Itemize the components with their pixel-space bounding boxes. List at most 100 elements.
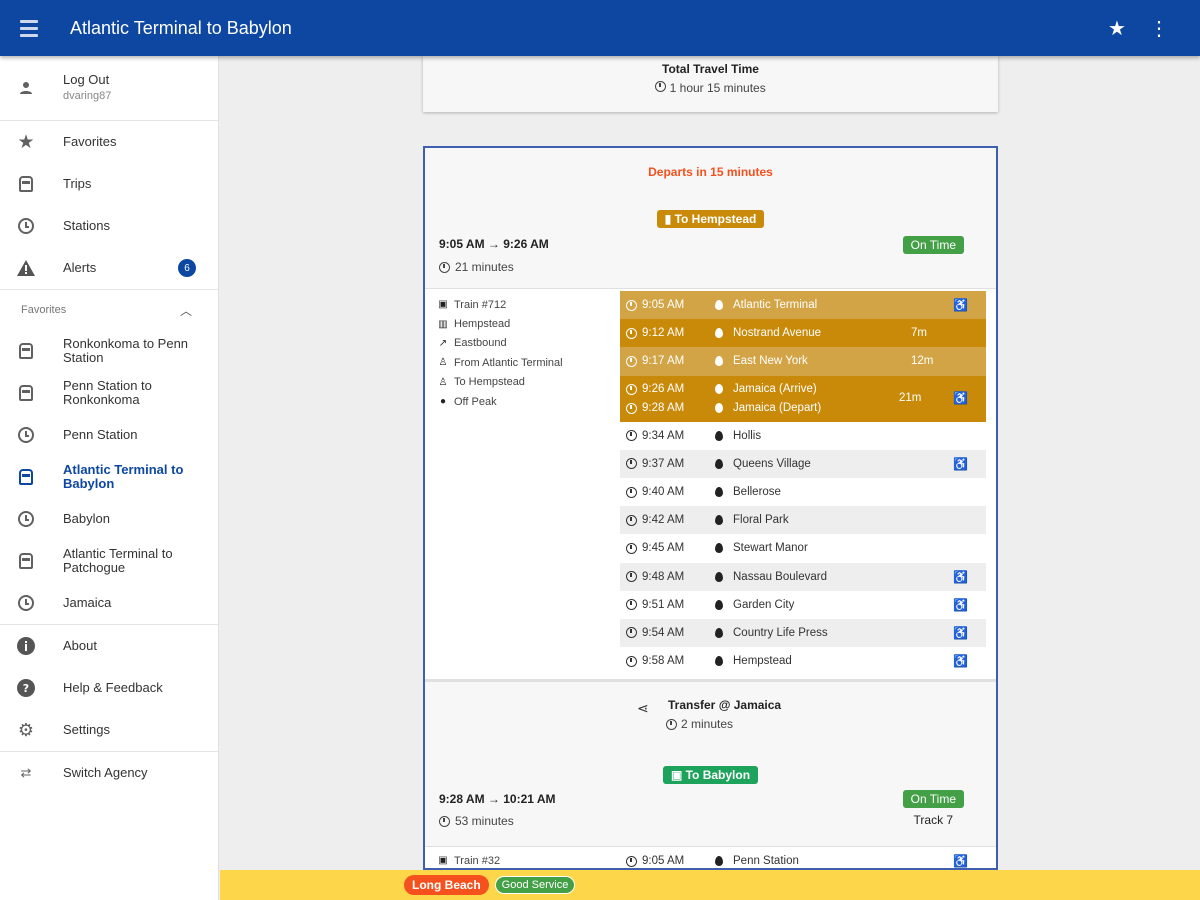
stop-row[interactable]: 9:40 AM Bellerose	[620, 478, 986, 506]
leg-times: 9:05 AM → 9:26 AM	[439, 237, 549, 251]
train-icon	[16, 467, 36, 487]
favorites-section-header[interactable]: Favorites ︿	[0, 290, 218, 330]
clock-icon	[626, 486, 637, 498]
clock-icon	[626, 383, 637, 395]
total-travel-time-label: Total Travel Time	[662, 62, 759, 76]
peak-icon: ●	[439, 396, 447, 408]
username-label: dvaring87	[63, 90, 112, 103]
stop-row[interactable]: 9:37 AM Queens Village ♿	[620, 449, 986, 478]
info-row: ▣ Train #32	[438, 854, 501, 867]
leg-duration: 21 minutes	[439, 260, 514, 274]
stop-row[interactable]: 9:34 AM Hollis	[620, 422, 986, 450]
travel-time-summary-card: Total Travel Time 1 hour 15 minutes	[423, 56, 998, 112]
stop-row[interactable]: 9:51 AM Garden City ♿	[620, 591, 986, 619]
logout-label: Log Out	[63, 72, 110, 88]
stop-time: 9:48 AM	[642, 570, 685, 583]
favorite-star-icon[interactable]: ★	[1096, 16, 1138, 41]
nav-item-favorites[interactable]: ★ Favorites	[0, 121, 218, 163]
person-pin-icon: ♙	[438, 376, 448, 388]
stop-name: Nassau Boulevard	[733, 570, 827, 583]
location-pin-icon	[715, 656, 723, 667]
favorite-label: Babylon	[63, 511, 110, 527]
transfer-stop-row[interactable]: 9:26 AM Jamaica (Arrive) 9:28 AM Jamaica (…	[620, 375, 986, 422]
trip-detail-card: Departs in 15 minutes ▮ To Hempstead 9:0…	[423, 146, 998, 870]
favorite-item[interactable]: Jamaica	[0, 582, 218, 624]
service-status-badge: Good Service	[494, 876, 576, 894]
nav-item-trips[interactable]: Trips	[0, 163, 218, 205]
stop-row[interactable]: 9:12 AM Nostrand Avenue 7m	[620, 319, 986, 348]
clock-icon	[16, 509, 36, 529]
favorite-item-active[interactable]: Atlantic Terminal to Babylon	[0, 456, 218, 498]
clock-icon	[626, 599, 637, 611]
favorite-label: Jamaica	[63, 595, 112, 611]
nav-item-settings[interactable]: ⚙ Settings	[0, 709, 218, 751]
favorite-item[interactable]: Penn Station to Ronkonkoma	[0, 372, 218, 414]
favorite-item[interactable]: Ronkonkoma to Penn Station	[0, 330, 218, 372]
location-pin-icon	[715, 515, 723, 526]
nav-item-help[interactable]: ? Help & Feedback	[0, 667, 218, 709]
departs-countdown: Departs in 15 minutes	[648, 165, 773, 179]
stop-row[interactable]: 9:48 AM Nassau Boulevard ♿	[620, 562, 986, 591]
stop-row[interactable]: 9:54 AM Country Life Press ♿	[620, 618, 986, 648]
favorite-item[interactable]: Babylon	[0, 498, 218, 540]
nav-label: Settings	[63, 722, 110, 738]
stop-row[interactable]: 9:45 AM Stewart Manor	[620, 534, 986, 562]
nav-item-alerts[interactable]: Alerts 6	[0, 247, 218, 289]
train-icon: ▣	[438, 299, 448, 311]
nav-item-stations[interactable]: Stations	[0, 205, 218, 247]
clock-icon	[626, 655, 637, 667]
star-icon: ★	[17, 131, 35, 153]
branch-badge[interactable]: Long Beach	[404, 875, 489, 895]
accessible-icon: ♿	[953, 854, 968, 869]
direction-icon: ↗	[438, 337, 448, 349]
favorite-item[interactable]: Penn Station	[0, 414, 218, 456]
stop-time: 9:42 AM	[642, 514, 685, 527]
help-icon: ?	[16, 678, 36, 698]
stop-name: Queens Village	[733, 457, 811, 470]
clock-icon	[16, 216, 36, 236]
location-pin-icon	[715, 627, 723, 638]
delay-label: 21m	[899, 391, 922, 404]
clock-icon	[626, 402, 637, 414]
stop-row[interactable]: 9:05 AM Atlantic Terminal ♿	[620, 291, 986, 320]
location-pin-icon	[715, 487, 723, 498]
share-icon: ⋖	[637, 700, 649, 717]
nav-item-about[interactable]: About	[0, 625, 218, 667]
info-row: ● Off Peak	[439, 395, 497, 408]
leg-body: ▣ Train #32 9:05 AM Penn Station ♿	[425, 847, 996, 869]
person-icon	[16, 78, 36, 98]
menu-icon[interactable]	[20, 16, 44, 40]
stop-list: 9:05 AM Atlantic Terminal ♿ 9:12 AM Nost…	[620, 291, 986, 675]
service-status-bar[interactable]: Long Beach Good Service	[220, 870, 1200, 900]
more-options-icon[interactable]: ⋮	[1138, 16, 1180, 41]
clock-icon	[626, 542, 637, 554]
location-pin-icon	[715, 356, 723, 367]
train-icon	[16, 174, 36, 194]
accessible-icon: ♿	[953, 569, 968, 584]
favorite-item[interactable]: Atlantic Terminal to Patchogue	[0, 540, 218, 582]
accessible-icon: ♿	[953, 456, 968, 471]
switch-agency-item[interactable]: ⇄ Switch Agency	[0, 752, 218, 794]
logout-item[interactable]: Log Out dvaring87	[0, 56, 218, 120]
clock-icon	[655, 81, 667, 92]
status-badge: On Time	[902, 236, 964, 254]
clock-icon	[439, 815, 450, 827]
page-title: Atlantic Terminal to Babylon	[70, 17, 292, 38]
stop-name: Hollis	[733, 429, 762, 442]
clock-icon	[626, 514, 637, 526]
stop-row[interactable]: 9:05 AM Penn Station ♿	[620, 847, 986, 869]
clock-icon	[626, 571, 637, 583]
stop-time: 9:54 AM	[642, 626, 685, 639]
favorite-label: Ronkonkoma to Penn Station	[63, 336, 189, 365]
stop-time: 9:40 AM	[642, 486, 685, 499]
train-info: ▣ Train #32	[425, 847, 620, 868]
svg-text:?: ?	[23, 682, 29, 695]
chevron-up-icon[interactable]: ︿	[180, 302, 192, 319]
accessible-icon: ♿	[953, 390, 968, 405]
stop-row[interactable]: 9:58 AM Hempstead ♿	[620, 647, 986, 675]
gear-icon: ⚙	[17, 719, 35, 740]
stop-name: Hempstead	[733, 655, 792, 668]
alerts-count-badge: 6	[178, 259, 196, 277]
stop-row[interactable]: 9:17 AM East New York 12m	[620, 347, 986, 376]
stop-row[interactable]: 9:42 AM Floral Park	[620, 506, 986, 535]
